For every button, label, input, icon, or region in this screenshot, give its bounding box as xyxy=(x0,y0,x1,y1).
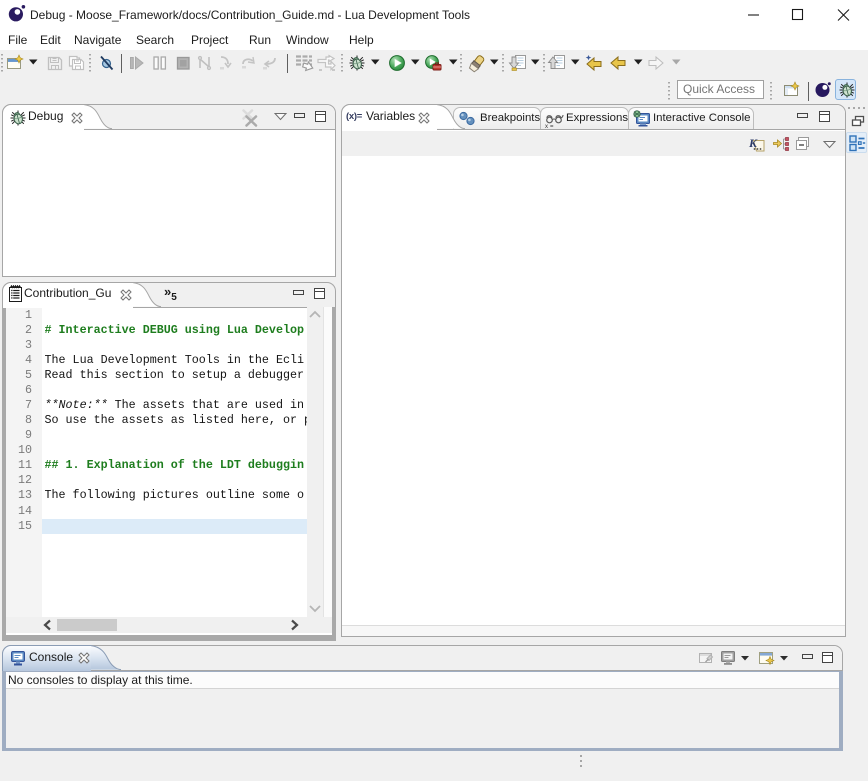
svg-text:K: K xyxy=(748,136,758,150)
